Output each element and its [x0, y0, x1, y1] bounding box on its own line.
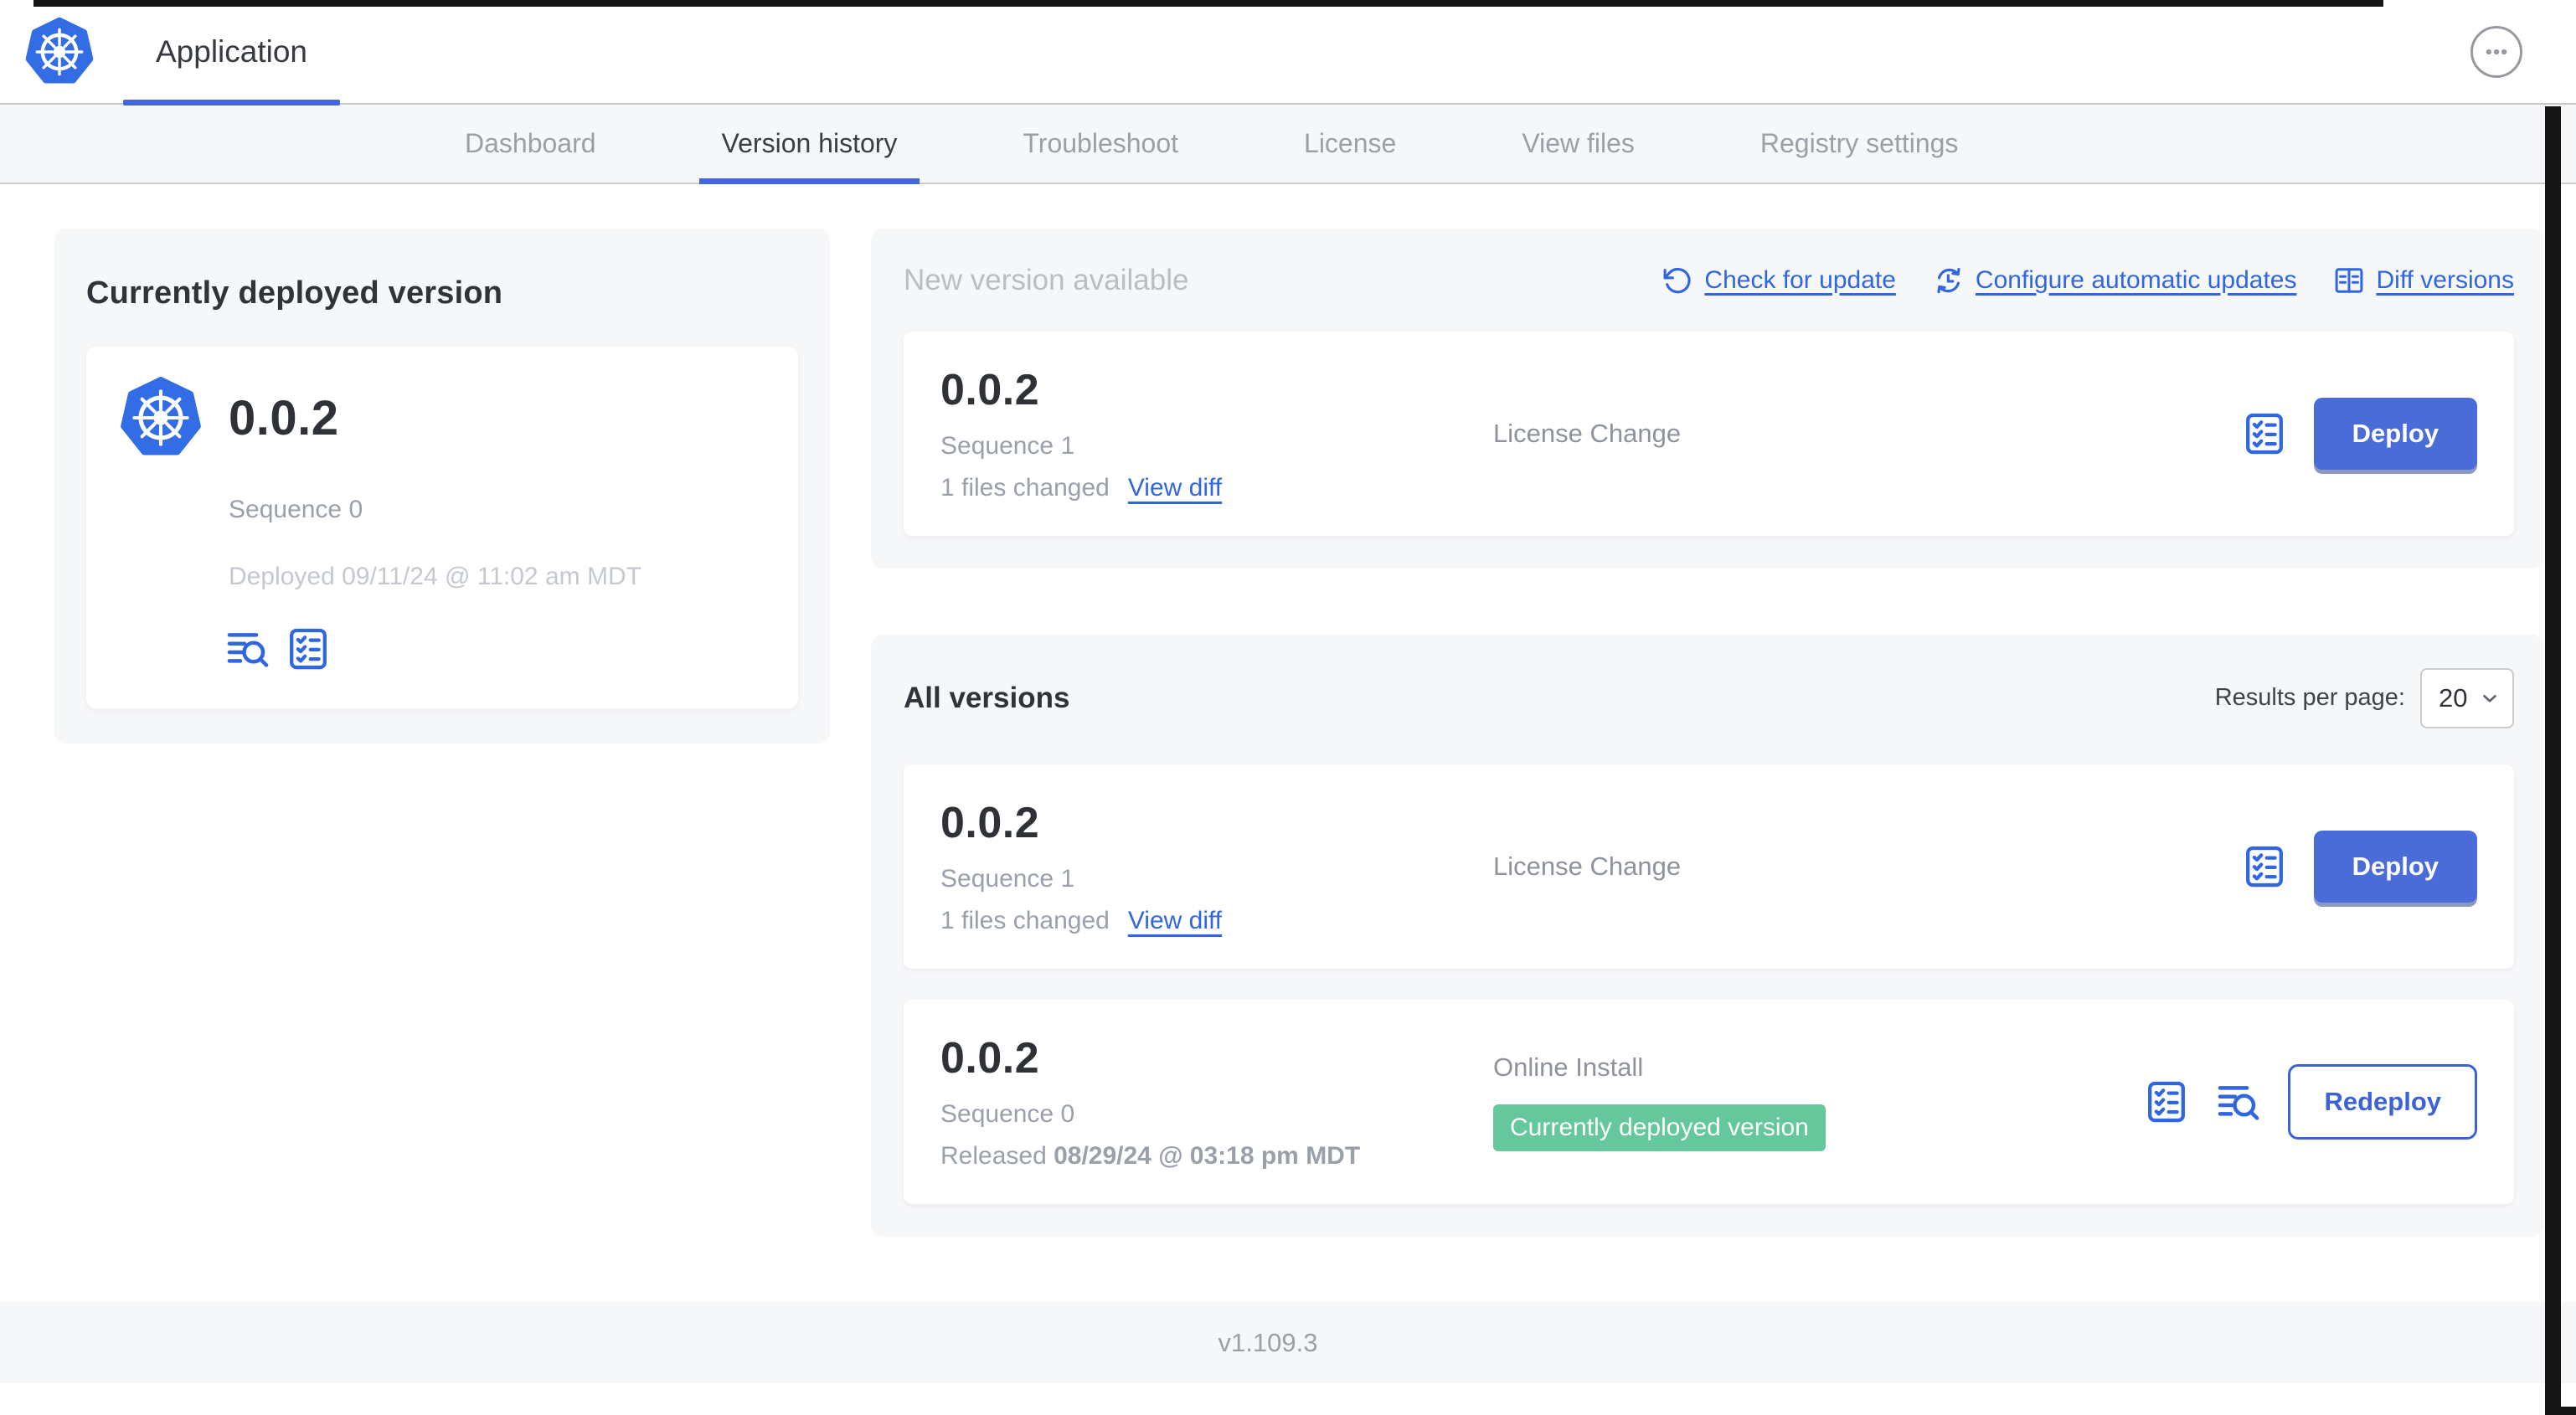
deploy-button[interactable]: Deploy: [2313, 831, 2477, 903]
results-per-page-value: 20: [2439, 682, 2468, 713]
version-source: Online Install: [1493, 1052, 1644, 1082]
tab-license[interactable]: License: [1281, 105, 1419, 183]
configure-automatic-updates-link[interactable]: Configure automatic updates: [1933, 265, 2297, 296]
all-versions-panel: All versions Results per page: 20 0.0.2: [871, 635, 2543, 1237]
checklist-icon: [2242, 844, 2287, 889]
main-content: Currently deployed version 0.0.2 Sequenc…: [0, 184, 2576, 1302]
tab-label: Version history: [721, 128, 898, 158]
footer: v1.109.3: [0, 1302, 2576, 1383]
view-diff-link[interactable]: View diff: [1128, 474, 1222, 502]
refresh-icon: [1662, 265, 1693, 296]
files-changed-text: 1 files changed: [940, 907, 1110, 934]
results-per-page-select[interactable]: 20: [2420, 667, 2514, 728]
tab-version-history[interactable]: Version history: [698, 105, 920, 184]
preflight-checks-button[interactable]: [286, 626, 331, 671]
check-for-update-label: Check for update: [1704, 265, 1896, 294]
more-options-button[interactable]: [2470, 25, 2522, 78]
configure-automatic-updates-label: Configure automatic updates: [1975, 265, 2297, 294]
admin-console-version: v1.109.3: [1218, 1327, 1318, 1357]
released-timestamp: Released 08/29/24 @ 03:18 pm MDT: [940, 1142, 1493, 1171]
version-source: License Change: [1493, 419, 1682, 448]
tab-troubleshoot[interactable]: Troubleshoot: [1000, 105, 1201, 183]
tab-dashboard[interactable]: Dashboard: [442, 105, 619, 183]
app-title: Application: [156, 33, 308, 69]
preflight-checks-button[interactable]: [2242, 411, 2287, 456]
diff-versions-label: Diff versions: [2376, 265, 2514, 294]
deployed-sequence: Sequence 0: [229, 496, 363, 523]
version-number: 0.0.2: [940, 1034, 1040, 1083]
files-changed-text: 1 files changed: [940, 474, 1110, 502]
tab-label: Troubleshoot: [1023, 128, 1179, 158]
view-diff-link[interactable]: View diff: [1128, 907, 1222, 935]
screen-edge-artifact-right: [2545, 106, 2561, 1415]
released-prefix: Released: [940, 1142, 1054, 1170]
screen-edge-artifact-top: [33, 0, 2383, 7]
new-version-panel: New version available Check for update C…: [871, 229, 2543, 569]
version-sequence: Sequence 1: [940, 432, 1075, 460]
screen-edge-artifact-corner: [2554, 1407, 2576, 1415]
tab-label: Dashboard: [465, 128, 596, 158]
app-tab[interactable]: Application: [123, 0, 341, 105]
version-row: 0.0.2 Sequence 0 Released 08/29/24 @ 03:…: [904, 1000, 2514, 1204]
version-number: 0.0.2: [940, 366, 1040, 414]
deployed-version-card: 0.0.2 Sequence 0 Deployed 09/11/24 @ 11:…: [86, 347, 798, 708]
tab-label: View files: [1522, 128, 1635, 158]
version-sequence: Sequence 1: [940, 865, 1075, 893]
checklist-icon: [2242, 411, 2287, 456]
active-tab-underline: [698, 178, 920, 184]
version-sequence: Sequence 0: [940, 1100, 1075, 1128]
new-version-actions: Check for update Configure automatic upd…: [1662, 265, 2514, 296]
version-source: License Change: [1493, 852, 1682, 881]
redeploy-button[interactable]: Redeploy: [2288, 1064, 2477, 1140]
kubernetes-app-icon: [118, 373, 204, 462]
version-row: 0.0.2 Sequence 1 1 files changed View di…: [904, 764, 2514, 969]
logs-icon: [2216, 1079, 2261, 1124]
diff-versions-link[interactable]: Diff versions: [2333, 265, 2514, 296]
logs-icon: [225, 626, 270, 671]
results-per-page-label: Results per page:: [2214, 684, 2405, 711]
tab-view-files[interactable]: View files: [1499, 105, 1657, 183]
preflight-checks-button[interactable]: [2242, 844, 2287, 889]
app-header: Application: [0, 0, 2576, 105]
version-number: 0.0.2: [940, 799, 1040, 847]
chevron-down-icon: [2479, 687, 2501, 709]
diff-icon: [2333, 265, 2365, 296]
tab-label: License: [1304, 128, 1397, 158]
tab-label: Registry settings: [1759, 128, 1959, 158]
tab-bar: Dashboard Version history Troubleshoot L…: [0, 105, 2576, 184]
all-versions-title: All versions: [904, 681, 1070, 714]
deployed-timestamp: Deployed 09/11/24 @ 11:02 am MDT: [229, 563, 641, 590]
version-rows: 0.0.2 Sequence 1 1 files changed View di…: [904, 764, 2514, 1204]
app-window: Application Dashboard Version history Tr…: [0, 0, 2576, 1415]
preflight-checks-button[interactable]: [2144, 1079, 2189, 1124]
currently-deployed-title: Currently deployed version: [86, 275, 503, 311]
currently-deployed-badge: Currently deployed version: [1493, 1104, 1826, 1151]
ellipsis-icon: [2480, 35, 2513, 69]
deployed-version-number: 0.0.2: [229, 390, 339, 445]
auto-update-clock-icon: [1933, 265, 1965, 296]
active-app-underline: [123, 100, 341, 105]
right-column: New version available Check for update C…: [871, 229, 2543, 1237]
view-logs-button[interactable]: [2216, 1079, 2261, 1124]
view-logs-button[interactable]: [225, 626, 270, 671]
currently-deployed-panel: Currently deployed version 0.0.2 Sequenc…: [54, 229, 830, 744]
tab-registry-settings[interactable]: Registry settings: [1738, 105, 1981, 183]
deploy-button[interactable]: Deploy: [2313, 398, 2477, 470]
kubernetes-logo-icon: [23, 14, 95, 90]
checklist-icon: [286, 626, 331, 671]
check-for-update-link[interactable]: Check for update: [1662, 265, 1896, 296]
new-version-title: New version available: [904, 263, 1189, 296]
released-date: 08/29/24 @ 03:18 pm MDT: [1054, 1142, 1361, 1170]
new-version-card: 0.0.2 Sequence 1 1 files changed View di…: [904, 332, 2514, 536]
checklist-icon: [2144, 1079, 2189, 1124]
